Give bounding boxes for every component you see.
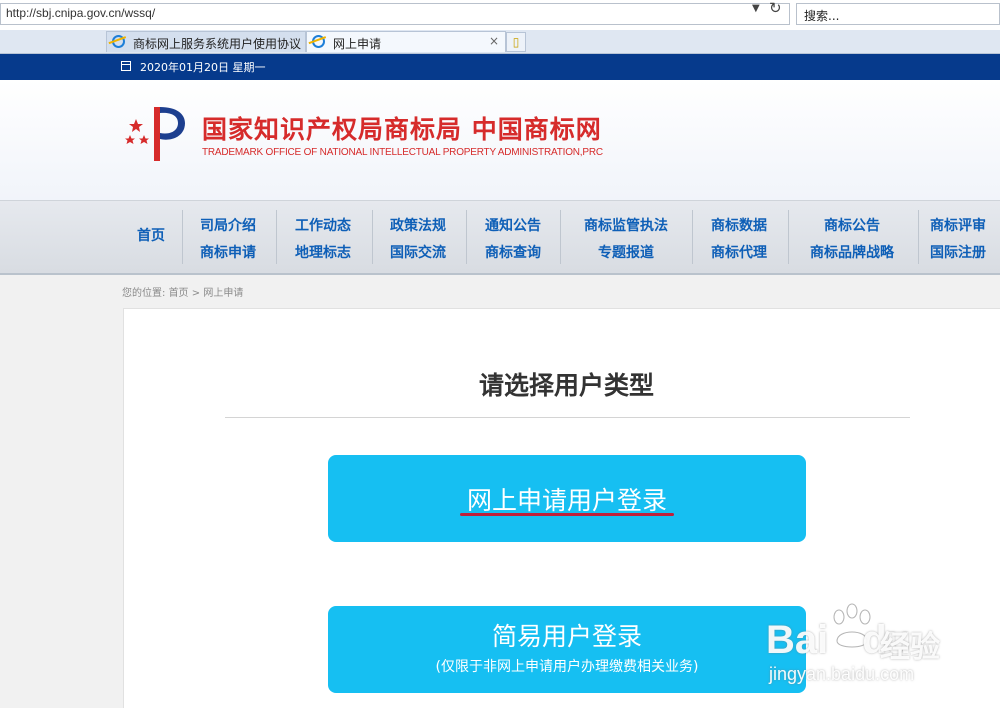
breadcrumb-separator: > xyxy=(191,288,201,299)
watermark-brand-part1: Bai xyxy=(766,618,829,662)
nav-trademark-agency[interactable]: 商标代理 xyxy=(692,240,786,267)
highlight-underline xyxy=(460,513,674,516)
title-divider xyxy=(225,417,910,418)
breadcrumb-prefix: 您的位置: xyxy=(122,288,166,299)
watermark-jingyan: 经验 xyxy=(880,630,940,665)
nav-international-exchange[interactable]: 国际交流 xyxy=(372,240,464,267)
breadcrumb: 您的位置: 首页 > 网上申请 xyxy=(122,284,243,299)
nav-column-8: 商标评审 国际注册 xyxy=(930,213,1000,267)
search-input[interactable]: 搜索... xyxy=(804,7,839,24)
nav-trademark-data[interactable]: 商标数据 xyxy=(692,213,786,240)
breadcrumb-home[interactable]: 首页 xyxy=(169,288,189,299)
nav-column-2: 工作动态 地理标志 xyxy=(276,213,370,267)
nav-trademark-application[interactable]: 商标申请 xyxy=(182,240,274,267)
site-title-cn: 国家知识产权局商标局 中国商标网 xyxy=(202,115,602,144)
nav-column-6: 商标数据 商标代理 xyxy=(692,213,786,267)
nav-policies-regulations[interactable]: 政策法规 xyxy=(372,213,464,240)
nav-international-registration[interactable]: 国际注册 xyxy=(930,240,1000,267)
nav-divider xyxy=(918,210,919,264)
new-tab-icon: ▯ xyxy=(512,35,520,49)
nav-geographical-indication[interactable]: 地理标志 xyxy=(276,240,370,267)
cnipa-logo-icon xyxy=(125,107,185,161)
search-box[interactable]: 搜索... xyxy=(796,3,1000,25)
calendar-icon xyxy=(121,61,131,71)
site-title-en: TRADEMARK OFFICE OF NATIONAL INTELLECTUA… xyxy=(202,147,603,158)
ie-page-icon xyxy=(312,35,325,48)
page-title: 请选择用户类型 xyxy=(478,371,654,400)
top-date-bar: 2020年01月20日 星期一 xyxy=(0,54,1000,80)
address-bar[interactable]: http://sbj.cnipa.gov.cn/wssq/ xyxy=(0,3,790,25)
tab-online-application[interactable]: 网上申请 × xyxy=(306,31,506,52)
nav-notices[interactable]: 通知公告 xyxy=(466,213,560,240)
close-tab-icon[interactable]: × xyxy=(489,34,499,48)
tab-strip: 商标网上服务系统用户使用协议 网上申请 × ▯ xyxy=(0,30,1000,54)
browser-toolbar: http://sbj.cnipa.gov.cn/wssq/ ▼ ↻ 搜索... xyxy=(0,0,1000,31)
nav-trademark-review[interactable]: 商标评审 xyxy=(930,213,1000,240)
simple-user-login-button[interactable]: 简易用户登录 (仅限于非网上申请用户办理缴费相关业务) xyxy=(328,606,806,693)
nav-supervision-enforcement[interactable]: 商标监管执法 xyxy=(560,213,692,240)
new-tab-button[interactable]: ▯ xyxy=(506,32,526,52)
online-applicant-login-label: 网上申请用户登录 xyxy=(466,486,667,515)
main-nav: 首页 司局介绍 商标申请 工作动态 地理标志 政策法规 国际交流 通知公告 商标… xyxy=(0,200,1000,275)
tab-label: 商标网上服务系统用户使用协议 xyxy=(133,37,302,51)
address-url[interactable]: http://sbj.cnipa.gov.cn/wssq/ xyxy=(6,6,155,20)
refresh-icon[interactable]: ↻ xyxy=(769,0,782,17)
nav-special-reports[interactable]: 专题报道 xyxy=(560,240,692,267)
nav-trademark-search[interactable]: 商标查询 xyxy=(466,240,560,267)
nav-column-7: 商标公告 商标品牌战略 xyxy=(788,213,916,267)
ie-page-icon xyxy=(112,35,125,48)
nav-bureau-intro[interactable]: 司局介绍 xyxy=(182,213,274,240)
simple-user-login-note: (仅限于非网上申请用户办理缴费相关业务) xyxy=(435,659,699,675)
tab-label: 网上申请 xyxy=(333,37,382,51)
nav-brand-strategy[interactable]: 商标品牌战略 xyxy=(788,240,916,267)
nav-column-4: 通知公告 商标查询 xyxy=(466,213,560,267)
nav-column-1: 司局介绍 商标申请 xyxy=(182,213,274,267)
watermark-url: jingyan.baidu.com xyxy=(769,664,915,684)
nav-work-news[interactable]: 工作动态 xyxy=(276,213,370,240)
breadcrumb-current: 网上申请 xyxy=(203,288,244,299)
nav-column-3: 政策法规 国际交流 xyxy=(372,213,464,267)
simple-user-login-label: 简易用户登录 xyxy=(491,622,642,651)
address-dropdown-icon[interactable]: ▼ xyxy=(752,3,760,14)
online-applicant-login-button[interactable]: 网上申请用户登录 xyxy=(328,455,806,542)
nav-column-5: 商标监管执法 专题报道 xyxy=(560,213,692,267)
nav-trademark-bulletin[interactable]: 商标公告 xyxy=(788,213,916,240)
nav-home[interactable]: 首页 xyxy=(124,225,178,245)
tab-user-agreement[interactable]: 商标网上服务系统用户使用协议 xyxy=(106,31,306,52)
current-date: 2020年01月20日 星期一 xyxy=(140,61,266,74)
